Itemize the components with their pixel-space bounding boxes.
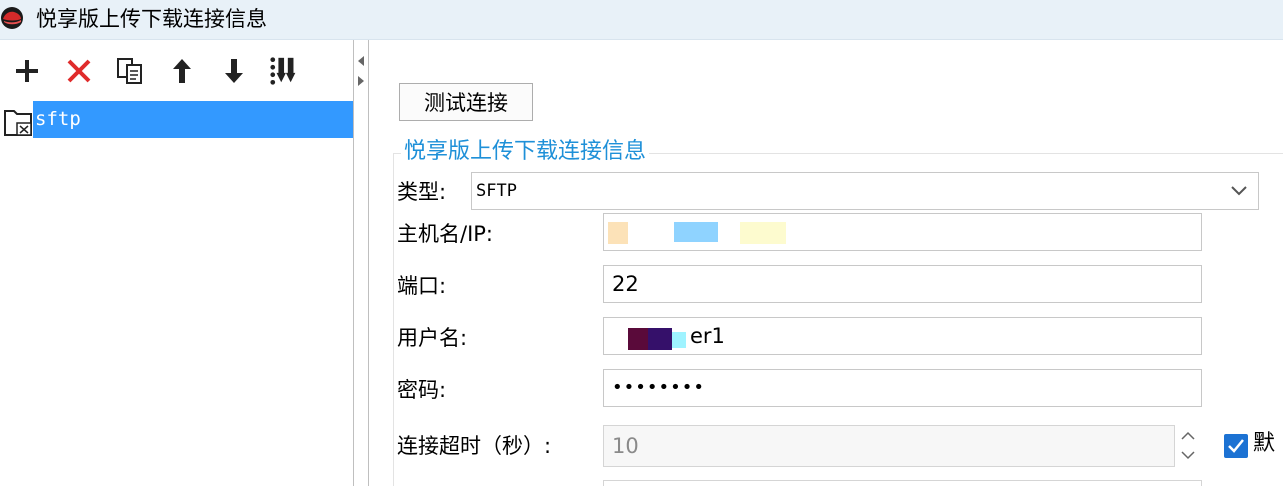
host-label: 主机名/IP: — [397, 222, 494, 246]
username-label: 用户名: — [397, 326, 468, 350]
username-redacted — [628, 326, 690, 350]
type-select[interactable]: SFTP — [471, 172, 1259, 210]
default-timeout-label: 默 — [1253, 431, 1276, 456]
arrow-down-icon — [225, 59, 243, 83]
checkmark-icon — [1228, 439, 1244, 453]
spin-down-icon[interactable] — [1174, 445, 1202, 465]
collapse-left-icon[interactable] — [358, 56, 364, 66]
arrow-up-icon — [173, 59, 191, 83]
connection-detail-pane: 测试连接 悦享版上传下载连接信息 类型: SFTP 主机名/IP: 端口: 22… — [369, 40, 1283, 486]
port-value: 22 — [612, 272, 639, 296]
timeout-spinner[interactable] — [1174, 425, 1202, 467]
list-toolbar — [0, 40, 353, 98]
window-title: 悦享版上传下载连接信息 — [36, 7, 267, 31]
timeout-value: 10 — [612, 434, 639, 458]
port-field[interactable]: 22 — [603, 265, 1202, 303]
host-value-redacted — [608, 222, 786, 244]
sort-icon — [270, 57, 296, 85]
copy-button[interactable] — [114, 54, 146, 88]
groupbox-title: 悦享版上传下载连接信息 — [401, 138, 650, 166]
delete-x-icon — [67, 59, 91, 83]
sort-button[interactable] — [269, 54, 301, 88]
title-bar: 悦享版上传下载连接信息 — [0, 0, 1283, 40]
password-label: 密码: — [397, 378, 447, 402]
delete-button[interactable] — [63, 54, 95, 88]
type-select-value: SFTP — [476, 181, 517, 201]
timeout-field[interactable]: 10 — [603, 425, 1175, 467]
connection-list-pane: sftp — [0, 40, 354, 486]
type-label: 类型: — [397, 180, 447, 204]
timeout-label: 连接超时（秒）: — [397, 434, 552, 458]
folder-icon — [4, 110, 32, 136]
redhat-icon — [1, 7, 23, 29]
groupbox-border-left — [393, 153, 394, 486]
default-timeout-checkbox[interactable] — [1224, 434, 1248, 458]
host-field[interactable] — [603, 213, 1202, 251]
move-down-button[interactable] — [218, 54, 250, 88]
username-field[interactable]: er1 — [603, 317, 1202, 355]
spin-up-icon[interactable] — [1174, 425, 1202, 445]
expand-right-icon[interactable] — [358, 76, 364, 86]
pane-splitter[interactable] — [354, 40, 368, 486]
next-field-partial — [603, 480, 1202, 486]
move-up-button[interactable] — [166, 54, 198, 88]
port-label: 端口: — [397, 274, 447, 298]
password-field[interactable]: •••••••• — [603, 369, 1202, 407]
password-value: •••••••• — [612, 377, 705, 398]
tree-item-label[interactable]: sftp — [33, 101, 353, 138]
test-connection-button[interactable]: 测试连接 — [399, 83, 533, 121]
chevron-down-icon[interactable] — [1220, 173, 1258, 209]
add-button[interactable] — [11, 54, 43, 88]
plus-icon — [16, 60, 38, 82]
username-value-suffix: er1 — [690, 324, 725, 348]
copy-icon — [117, 58, 142, 84]
tree-item-sftp[interactable]: sftp — [0, 101, 353, 138]
